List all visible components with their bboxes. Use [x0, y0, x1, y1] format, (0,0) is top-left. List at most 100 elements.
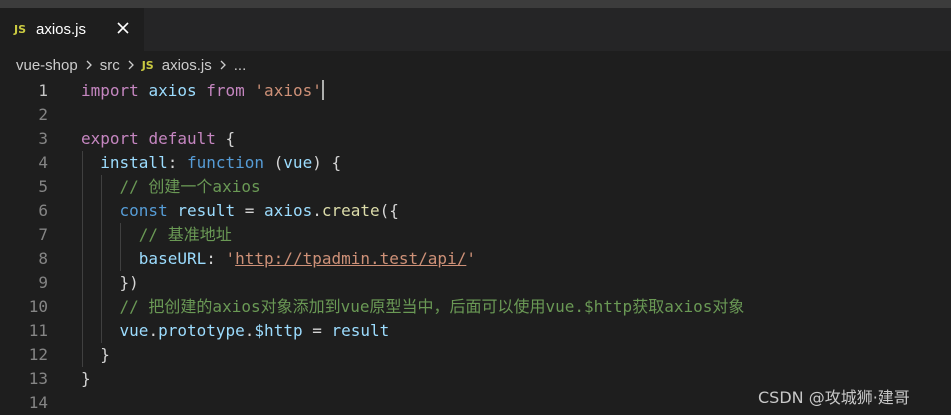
line-number: 3	[38, 129, 48, 148]
code-token: // 创建一个axios	[119, 177, 261, 196]
code-token: '	[225, 249, 236, 268]
code-line[interactable]: 7 // 基准地址	[0, 223, 951, 247]
code-line[interactable]: 8 baseURL: 'http://tpadmin.test/api/'	[0, 247, 951, 271]
code-token: prototype	[158, 321, 245, 340]
chevron-right-icon	[128, 60, 134, 70]
code-token: // 把创建的axios对象添加到vue原型当中，后面可以使用vue.$http…	[119, 297, 745, 316]
code-editor[interactable]: 1 import axios from 'axios' 2 3 export defau…	[0, 79, 951, 415]
code-token: axios	[148, 81, 197, 100]
line-number: 2	[38, 105, 48, 124]
line-number: 6	[38, 201, 48, 220]
code-text: baseURL: 'http://tpadmin.test/api/'	[81, 247, 476, 271]
line-number: 8	[38, 249, 48, 268]
js-file-icon: JS	[14, 23, 27, 36]
code-text: }	[81, 343, 110, 367]
code-token: ({	[379, 201, 399, 220]
code-line[interactable]: 6 const result = axios.create({	[0, 199, 951, 223]
code-token: 'axios'	[254, 81, 322, 100]
code-token: '	[466, 249, 476, 268]
code-token: install	[100, 153, 168, 172]
code-token: default	[148, 129, 216, 148]
line-number: 12	[28, 345, 48, 364]
code-token: create	[321, 201, 380, 220]
code-line[interactable]: 4 install: function (vue) {	[0, 151, 951, 175]
chevron-right-icon	[86, 60, 92, 70]
code-token: {	[215, 129, 236, 148]
code-token: .	[312, 201, 322, 220]
line-number: 11	[28, 321, 48, 340]
code-token: :	[206, 249, 226, 268]
code-token: $http	[254, 321, 303, 340]
line-number: 14	[28, 393, 48, 412]
code-token: axios	[264, 201, 313, 220]
code-token: import	[81, 81, 139, 100]
chevron-right-icon	[220, 60, 226, 70]
code-token: }	[100, 345, 110, 364]
code-token: vue	[119, 321, 149, 340]
line-number: 13	[28, 369, 48, 388]
close-icon[interactable]	[114, 19, 132, 37]
line-number: 4	[38, 153, 48, 172]
tab-bar: JS axios.js	[0, 8, 951, 51]
tab-axios-js[interactable]: JS axios.js	[0, 8, 144, 51]
code-line[interactable]: 11 vue.prototype.$http = result	[0, 319, 951, 343]
breadcrumb-project[interactable]: vue-shop	[16, 57, 78, 74]
code-text: import axios from 'axios'	[81, 79, 324, 103]
code-text: // 创建一个axios	[81, 175, 261, 199]
code-line[interactable]: 10 // 把创建的axios对象添加到vue原型当中，后面可以使用vue.$h…	[0, 295, 951, 319]
line-number: 1	[38, 81, 48, 100]
code-text: export default {	[81, 127, 235, 151]
code-line[interactable]: 5 // 创建一个axios	[0, 175, 951, 199]
line-number: 10	[28, 297, 48, 316]
code-line[interactable]: 1 import axios from 'axios'	[0, 79, 951, 103]
code-line[interactable]: 9 })	[0, 271, 951, 295]
code-token: }	[81, 369, 91, 388]
breadcrumb-folder[interactable]: src	[100, 57, 120, 74]
tab-label: axios.js	[36, 21, 87, 38]
code-token: =	[235, 201, 265, 220]
line-number: 9	[38, 273, 48, 292]
text-cursor	[321, 80, 324, 100]
js-file-icon: JS	[141, 58, 154, 72]
code-token: })	[119, 273, 139, 292]
code-text: }	[81, 367, 91, 391]
code-token: result	[177, 201, 236, 220]
code-token: result	[331, 321, 390, 340]
code-text: // 把创建的axios对象添加到vue原型当中，后面可以使用vue.$http…	[81, 295, 745, 319]
breadcrumb-file[interactable]: axios.js	[162, 57, 212, 74]
code-token: const	[119, 201, 168, 220]
code-token: baseURL	[138, 249, 207, 268]
code-line[interactable]: 3 export default {	[0, 127, 951, 151]
code-token: :	[167, 153, 187, 172]
code-token: // 基准地址	[138, 225, 232, 244]
code-token: from	[206, 81, 245, 100]
code-text: install: function (vue) {	[81, 151, 341, 175]
code-line[interactable]: 12 }	[0, 343, 951, 367]
breadcrumb: vue-shop src JS axios.js ...	[0, 51, 951, 79]
breadcrumb-more[interactable]: ...	[234, 57, 247, 74]
watermark: CSDN @攻城狮·建哥	[758, 388, 910, 407]
code-token: =	[302, 321, 332, 340]
code-line[interactable]: 2	[0, 103, 951, 127]
window-top-strip	[0, 0, 951, 8]
code-token: (	[264, 153, 284, 172]
code-token: ) {	[312, 153, 342, 172]
code-text: // 基准地址	[81, 223, 232, 247]
code-token[interactable]: http://tpadmin.test/api/	[235, 249, 466, 268]
line-number: 7	[38, 225, 48, 244]
code-text: const result = axios.create({	[81, 199, 399, 223]
line-number: 5	[38, 177, 48, 196]
